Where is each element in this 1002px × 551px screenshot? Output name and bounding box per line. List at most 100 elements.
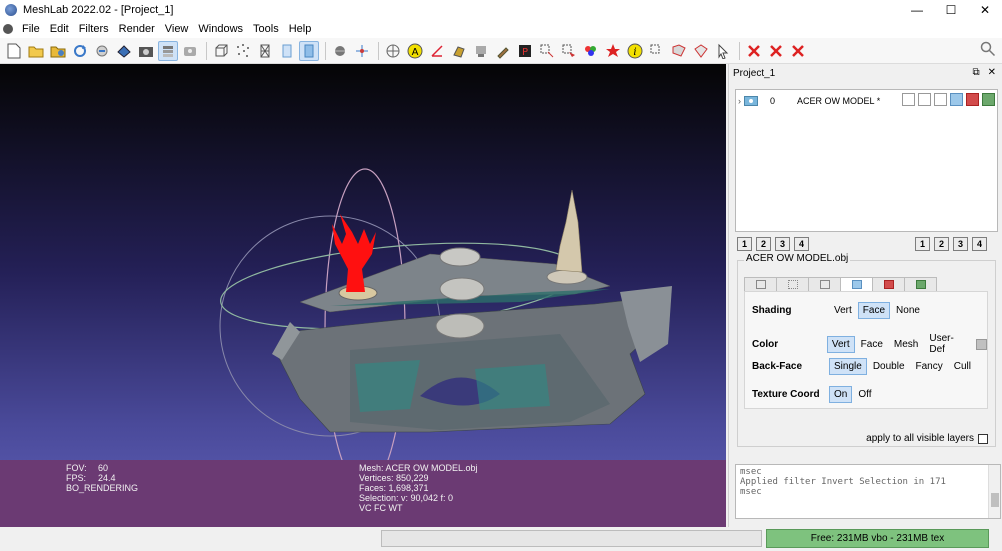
delete-both-icon[interactable] xyxy=(788,41,808,61)
reload-icon[interactable] xyxy=(70,41,90,61)
trackball-icon[interactable] xyxy=(383,41,403,61)
menu-edit[interactable]: Edit xyxy=(45,23,74,35)
rendering-mode: BO_RENDERING xyxy=(66,483,139,493)
backface-cull-option[interactable]: Cull xyxy=(949,358,976,375)
log-scroll-thumb[interactable] xyxy=(991,493,999,507)
select-vertices-icon[interactable] xyxy=(537,41,557,61)
delete-faces-icon[interactable] xyxy=(766,41,786,61)
float-icon[interactable]: ⧉ xyxy=(972,67,979,78)
geometry-icon[interactable] xyxy=(603,41,623,61)
snapshot-icon[interactable] xyxy=(136,41,156,61)
search-icon[interactable] xyxy=(980,41,996,60)
measure-icon[interactable] xyxy=(427,41,447,61)
shading-vert-option[interactable]: Vert xyxy=(829,302,857,319)
backface-fancy-option[interactable]: Fancy xyxy=(911,358,948,375)
delete-vertices-icon[interactable] xyxy=(744,41,764,61)
visibility-icon[interactable] xyxy=(744,95,758,106)
flat-icon[interactable] xyxy=(277,41,297,61)
wireframe-icon[interactable] xyxy=(255,41,275,61)
info-icon[interactable]: i xyxy=(625,41,645,61)
layer-bbox-icon[interactable] xyxy=(902,93,915,106)
menu-view[interactable]: View xyxy=(160,23,194,35)
expand-icon[interactable]: › xyxy=(738,96,741,106)
smooth-icon[interactable] xyxy=(299,40,319,61)
axis-icon[interactable] xyxy=(352,41,372,61)
close-button[interactable]: ✕ xyxy=(968,0,1002,20)
system-menu-icon[interactable] xyxy=(3,24,13,34)
texcoord-on-option[interactable]: On xyxy=(829,386,853,403)
view-button-3[interactable]: 3 xyxy=(775,237,790,251)
view-button-3[interactable]: 3 xyxy=(953,237,968,251)
color-userdef-option[interactable]: User-Def xyxy=(924,330,973,358)
layer-name[interactable]: ACER OW MODEL * xyxy=(797,96,880,106)
shading-none-option[interactable]: None xyxy=(891,302,925,319)
view-button-1[interactable]: 1 xyxy=(915,237,930,251)
texcoord-off-option[interactable]: Off xyxy=(853,386,876,403)
layers-icon[interactable] xyxy=(158,40,178,61)
log-scrollbar[interactable] xyxy=(988,465,1000,518)
tab-solid[interactable] xyxy=(840,277,873,292)
maximize-button[interactable]: ☐ xyxy=(934,0,968,20)
log-panel[interactable]: msec Applied filter Invert Selection in … xyxy=(735,464,1001,519)
layer-row[interactable]: › 0 ACER OW MODEL * xyxy=(736,93,997,108)
view-button-2[interactable]: 2 xyxy=(934,237,949,251)
points-icon[interactable] xyxy=(233,41,253,61)
menu-render[interactable]: Render xyxy=(114,23,160,35)
layer-list[interactable]: › 0 ACER OW MODEL * xyxy=(735,89,998,232)
select-connected-icon[interactable] xyxy=(647,41,667,61)
tab-bbox[interactable] xyxy=(744,277,777,292)
backface-double-option[interactable]: Double xyxy=(868,358,910,375)
log-line: msec xyxy=(740,487,762,497)
menu-windows[interactable]: Windows xyxy=(193,23,248,35)
georef-icon[interactable] xyxy=(471,41,491,61)
open-mesh-icon[interactable] xyxy=(48,41,68,61)
layer-texture-icon[interactable] xyxy=(966,93,979,106)
color-icon[interactable] xyxy=(581,41,601,61)
paint-icon[interactable] xyxy=(493,41,513,61)
select-area-icon[interactable] xyxy=(691,41,711,61)
menu-tools[interactable]: Tools xyxy=(248,23,284,35)
select-cursor-icon[interactable] xyxy=(713,41,733,61)
light-icon[interactable] xyxy=(330,41,350,61)
annotation-icon[interactable]: A xyxy=(405,41,425,61)
close-icon[interactable]: ✕ xyxy=(988,67,996,78)
tab-extra[interactable] xyxy=(904,277,937,292)
select-faces-icon[interactable] xyxy=(559,41,579,61)
align-icon[interactable] xyxy=(449,41,469,61)
menu-filters[interactable]: Filters xyxy=(74,23,114,35)
color-mesh-option[interactable]: Mesh xyxy=(889,336,923,353)
log-line: msec xyxy=(740,467,762,477)
view-button-2[interactable]: 2 xyxy=(756,237,771,251)
layer-extra-icon[interactable] xyxy=(982,93,995,106)
reload-all-icon[interactable] xyxy=(92,41,112,61)
layer-id: 0 xyxy=(770,95,776,106)
wire-tab-icon xyxy=(819,280,830,289)
tab-texture[interactable] xyxy=(872,277,905,292)
pick-points-icon[interactable]: P xyxy=(515,41,535,61)
menu-file[interactable]: File xyxy=(17,23,45,35)
color-face-option[interactable]: Face xyxy=(856,336,888,353)
shading-face-option[interactable]: Face xyxy=(857,302,891,319)
backface-single-option[interactable]: Single xyxy=(829,358,867,375)
layer-solid-icon[interactable] xyxy=(950,93,963,106)
tab-points[interactable] xyxy=(776,277,809,292)
menu-help[interactable]: Help xyxy=(284,23,317,35)
layer-wire-icon[interactable] xyxy=(934,93,947,106)
minimize-button[interactable]: — xyxy=(900,0,934,20)
user-color-swatch[interactable] xyxy=(976,338,987,350)
view-button-4[interactable]: 4 xyxy=(794,237,809,251)
view-button-1[interactable]: 1 xyxy=(737,237,752,251)
3d-viewport[interactable]: FOV: 60 FPS: 24.4 BO_RENDERING Mesh: ACER … xyxy=(0,64,726,527)
save-icon[interactable] xyxy=(114,41,134,61)
open-project-icon[interactable] xyxy=(26,41,46,61)
render-properties: ACER OW MODEL.obj Shading Vert Face None… xyxy=(737,253,996,447)
bbox-icon[interactable] xyxy=(211,41,231,61)
color-vert-option[interactable]: Vert xyxy=(826,335,855,353)
apply-all-checkbox[interactable] xyxy=(978,433,988,444)
new-project-icon[interactable] xyxy=(4,41,24,61)
rasters-icon[interactable] xyxy=(180,41,200,61)
layer-points-icon[interactable] xyxy=(918,93,931,106)
view-button-4[interactable]: 4 xyxy=(972,237,987,251)
select-z-icon[interactable] xyxy=(669,41,689,61)
tab-wire[interactable] xyxy=(808,277,841,292)
